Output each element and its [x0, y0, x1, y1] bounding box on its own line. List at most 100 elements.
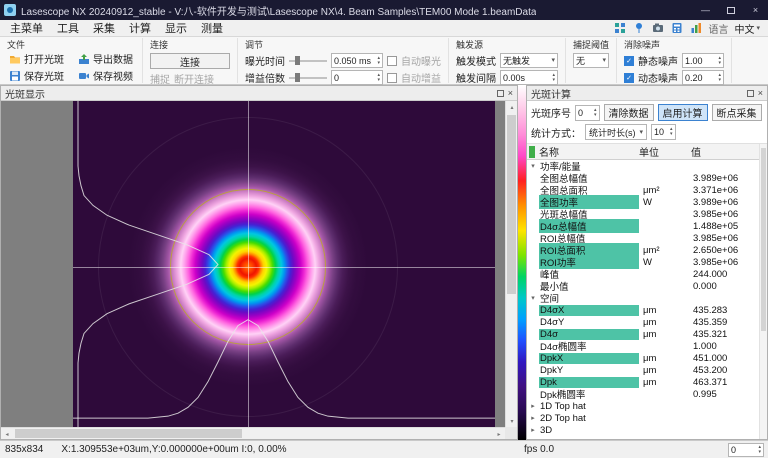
spinner-arrows-icon[interactable]: ▴▾ [377, 73, 380, 83]
table-row[interactable]: Dpk椭圆率 0.995 [527, 388, 767, 400]
gain-slider[interactable] [289, 72, 327, 83]
table-row[interactable]: ▸ 3D [527, 424, 767, 436]
spinner-arrows-icon[interactable]: ▴▾ [552, 73, 555, 83]
static-noise-spinner[interactable]: 1.00 ▴▾ [682, 53, 724, 68]
language-select[interactable]: 中文 ▾ [734, 21, 760, 36]
connect-button[interactable]: 连接 [150, 53, 230, 69]
row-expand-icon[interactable]: ▾ [527, 163, 539, 170]
beam-calc-panel: 光斑计算 × 光斑序号 0 ▴▾ 清除数据 启用计算 断点采集 [526, 85, 768, 440]
auto-gain-checkbox[interactable] [387, 73, 397, 83]
dynamic-noise-spinner[interactable]: 0.20 ▴▾ [682, 70, 724, 85]
grid-icon[interactable] [613, 22, 626, 35]
menu-item[interactable]: 工具 [50, 20, 86, 36]
menu-item[interactable]: 采集 [86, 20, 122, 36]
maximize-button[interactable] [718, 0, 743, 20]
menu-item[interactable]: 测量 [194, 20, 230, 36]
stats-mode-select[interactable]: 统计时长(s) ▾ [585, 124, 647, 140]
column-header-unit[interactable]: 单位 [639, 144, 691, 159]
row-expand-icon[interactable]: ▸ [527, 415, 539, 422]
beam-image[interactable] [73, 101, 495, 427]
table-row[interactable]: 最小值 0.000 [527, 280, 767, 292]
open-beam-button[interactable]: 打开光斑 [7, 51, 66, 66]
horizontal-scroll-thumb[interactable] [15, 429, 242, 438]
row-expand-icon[interactable]: ▸ [527, 427, 539, 434]
row-unit: W [639, 197, 691, 208]
menu-item[interactable]: 显示 [158, 20, 194, 36]
export-data-button[interactable]: 导出数据 [76, 51, 135, 66]
scroll-down-icon[interactable]: ▾ [506, 415, 517, 427]
exposure-slider[interactable] [289, 55, 327, 66]
table-row[interactable]: ▸ 2D Top hat [527, 412, 767, 424]
menu-item[interactable]: 计算 [122, 20, 158, 36]
trigger-mode-select[interactable]: 无触发 ▾ [500, 53, 558, 68]
pin-icon[interactable] [632, 22, 645, 35]
table-scroll-thumb[interactable] [761, 148, 766, 331]
float-window-icon[interactable] [747, 90, 754, 97]
horizontal-scrollbar[interactable]: ◂ ▸ [1, 427, 505, 439]
row-unit: μm² [639, 245, 691, 256]
close-button[interactable]: × [743, 0, 768, 20]
vertical-scroll-thumb[interactable] [507, 115, 516, 294]
spinner-arrows-icon[interactable]: ▴▾ [594, 108, 597, 118]
vertical-scrollbar[interactable]: ▴ ▾ [505, 101, 517, 427]
row-value: 435.283 [691, 305, 767, 316]
row-expand-icon[interactable]: ▾ [527, 295, 539, 302]
spinner-arrows-icon[interactable]: ▴▾ [719, 73, 722, 83]
threshold-select[interactable]: 无 ▾ [573, 53, 609, 68]
capture-button[interactable]: 捕捉 [150, 71, 170, 86]
static-noise-checkbox[interactable]: ✓ [624, 56, 634, 66]
threshold-value: 无 [576, 54, 585, 67]
calculator-icon[interactable] [670, 22, 683, 35]
beam-index-spinner[interactable]: 0 ▴▾ [575, 105, 600, 121]
auto-exposure-checkbox[interactable] [387, 56, 397, 66]
scroll-left-icon[interactable]: ◂ [1, 428, 13, 439]
spinner-arrows-icon[interactable]: ▴▾ [670, 127, 673, 137]
close-panel-icon[interactable]: × [758, 89, 763, 98]
frame-count-spinner[interactable]: 0 ▴▾ [728, 443, 764, 457]
beam-index-label: 光斑序号 [531, 105, 571, 120]
chart-icon[interactable] [689, 22, 702, 35]
exposure-value-spinner[interactable]: 0.050 ms ▴▾ [331, 53, 383, 68]
connect-label: 连接 [180, 54, 200, 69]
table-row[interactable]: ▾ 空间 [527, 292, 767, 304]
table-row[interactable]: D4σX μm 435.283 [527, 304, 767, 316]
menu-item[interactable]: 主菜单 [3, 20, 50, 36]
row-name: D4σ椭圆率 [539, 339, 639, 353]
fps-indicator: fps 0.0 [524, 444, 554, 455]
scroll-up-icon[interactable]: ▴ [506, 101, 517, 113]
spinner-arrows-icon[interactable]: ▴▾ [758, 445, 761, 455]
stats-duration-spinner[interactable]: 10 ▴▾ [651, 124, 676, 140]
breakpoint-capture-button[interactable]: 断点采集 [712, 104, 762, 121]
row-expand-icon[interactable]: ▸ [527, 403, 539, 410]
clear-data-button[interactable]: 清除数据 [604, 104, 654, 121]
camera-icon[interactable] [651, 22, 664, 35]
table-scrollbar[interactable] [759, 144, 767, 439]
table-row[interactable]: ▸ 1D Top hat [527, 400, 767, 412]
dynamic-noise-checkbox[interactable]: ✓ [624, 73, 634, 83]
spinner-arrows-icon[interactable]: ▴▾ [377, 56, 380, 66]
beam-viewport[interactable]: ▴ ▾ ◂ ▸ [1, 101, 517, 439]
float-window-icon[interactable] [497, 90, 504, 97]
table-row[interactable]: DpkY μm 453.200 [527, 364, 767, 376]
trigger-interval-spinner[interactable]: 0.00s ▴▾ [500, 70, 558, 85]
row-name: DpkX [539, 353, 639, 364]
table-row[interactable]: D4σ椭圆率 1.000 [527, 340, 767, 352]
slider-thumb[interactable] [295, 73, 300, 82]
save-video-button[interactable]: 保存视频 [76, 68, 135, 83]
spinner-arrows-icon[interactable]: ▴▾ [719, 56, 722, 66]
table-row[interactable]: D4σY μm 435.359 [527, 316, 767, 328]
column-header-name[interactable]: 名称 [539, 144, 639, 159]
column-header-value[interactable]: 值 [691, 144, 767, 159]
enable-calc-button[interactable]: 启用计算 [658, 104, 708, 121]
table-row[interactable]: DpkX μm 451.000 [527, 352, 767, 364]
gain-label: 增益倍数 [245, 70, 285, 85]
trigger-interval-value: 0.00s [503, 73, 525, 83]
close-panel-icon[interactable]: × [508, 89, 513, 98]
scroll-right-icon[interactable]: ▸ [493, 428, 505, 439]
slider-thumb[interactable] [295, 56, 300, 65]
disconnect-button[interactable]: 断开连接 [174, 71, 214, 86]
save-beam-button[interactable]: 保存光斑 [7, 68, 66, 83]
minimize-button[interactable]: — [693, 0, 718, 20]
gain-value-spinner[interactable]: 0 ▴▾ [331, 70, 383, 85]
open-folder-icon [9, 53, 21, 65]
